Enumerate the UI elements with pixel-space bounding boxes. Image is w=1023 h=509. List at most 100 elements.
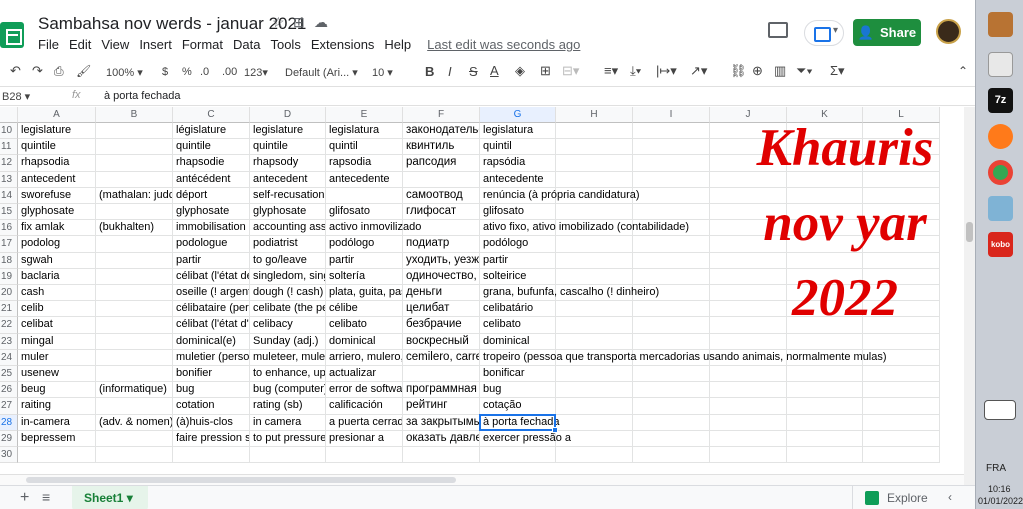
- table-cell[interactable]: [326, 447, 403, 464]
- table-cell[interactable]: fix amlak: [18, 220, 96, 237]
- table-cell[interactable]: [96, 430, 173, 447]
- table-cell[interactable]: [96, 333, 173, 350]
- table-cell[interactable]: [556, 447, 633, 464]
- table-cell[interactable]: самоотвод: [403, 187, 480, 204]
- table-cell[interactable]: [403, 366, 480, 383]
- column-header[interactable]: C: [173, 107, 250, 123]
- table-cell[interactable]: [633, 317, 710, 334]
- merge-cells-icon[interactable]: ⊟▾: [562, 63, 579, 79]
- table-cell[interactable]: oseille (! argent): [173, 285, 250, 302]
- more-formats-button[interactable]: 123▾: [244, 66, 268, 79]
- star-icon[interactable]: ☆: [272, 14, 285, 31]
- table-cell[interactable]: [633, 268, 710, 285]
- firefox-icon[interactable]: [988, 124, 1013, 149]
- table-cell[interactable]: partir: [173, 252, 250, 269]
- table-cell[interactable]: [863, 366, 940, 383]
- last-edit-link[interactable]: Last edit was seconds ago: [427, 37, 580, 52]
- table-cell[interactable]: [96, 139, 173, 156]
- table-cell[interactable]: rhapsodie: [173, 155, 250, 172]
- table-cell[interactable]: [787, 430, 863, 447]
- redo-icon[interactable]: ↷: [32, 63, 43, 79]
- column-header[interactable]: E: [326, 107, 403, 123]
- table-cell[interactable]: legislatura: [326, 123, 403, 140]
- table-cell[interactable]: подиатр: [403, 236, 480, 253]
- table-cell[interactable]: plata, guita, past: [326, 285, 403, 302]
- table-cell[interactable]: [863, 398, 940, 415]
- table-cell[interactable]: глифосат: [403, 204, 480, 221]
- table-cell[interactable]: grana, bufunfa, cascalho (! dinheiro): [480, 285, 659, 302]
- table-cell[interactable]: [633, 398, 710, 415]
- row-header[interactable]: 27: [0, 398, 18, 415]
- table-cell[interactable]: рейтинг: [403, 398, 480, 415]
- table-cell[interactable]: [633, 155, 710, 172]
- bold-button[interactable]: B: [425, 64, 434, 79]
- table-cell[interactable]: [556, 268, 633, 285]
- table-cell[interactable]: celibato: [326, 317, 403, 334]
- menu-edit[interactable]: Edit: [69, 37, 91, 52]
- table-cell[interactable]: законодательст: [403, 123, 480, 140]
- table-cell[interactable]: [326, 187, 403, 204]
- row-header[interactable]: 12: [0, 155, 18, 172]
- table-cell[interactable]: faire pression su: [173, 430, 250, 447]
- input-language[interactable]: FRA: [986, 463, 1006, 474]
- table-cell[interactable]: уходить, уезжа: [403, 252, 480, 269]
- menu-data[interactable]: Data: [233, 37, 260, 52]
- table-cell[interactable]: [863, 414, 940, 431]
- row-header[interactable]: 23: [0, 333, 18, 350]
- table-cell[interactable]: baclaria: [18, 268, 96, 285]
- table-cell[interactable]: activo inmovilizado: [326, 220, 421, 237]
- table-cell[interactable]: рапсодия: [403, 155, 480, 172]
- table-cell[interactable]: soltería: [326, 268, 403, 285]
- row-header[interactable]: 14: [0, 187, 18, 204]
- column-header[interactable]: H: [556, 107, 633, 123]
- table-cell[interactable]: [403, 171, 480, 188]
- table-cell[interactable]: [96, 349, 173, 366]
- table-cell[interactable]: (informatique): [96, 382, 173, 399]
- insert-comment-icon[interactable]: ⊕: [752, 63, 763, 79]
- table-cell[interactable]: [480, 447, 556, 464]
- table-cell[interactable]: [633, 236, 710, 253]
- table-cell[interactable]: celibacy: [250, 317, 326, 334]
- table-cell[interactable]: программная с: [403, 382, 480, 399]
- table-cell[interactable]: immobilisation co: [173, 220, 250, 237]
- table-cell[interactable]: [633, 414, 710, 431]
- table-cell[interactable]: dominical: [480, 333, 556, 350]
- table-cell[interactable]: [96, 447, 173, 464]
- table-cell[interactable]: [250, 447, 326, 464]
- table-cell[interactable]: деньги: [403, 285, 480, 302]
- table-cell[interactable]: antecedent: [250, 171, 326, 188]
- table-cell[interactable]: mingal: [18, 333, 96, 350]
- table-cell[interactable]: célibe: [326, 301, 403, 318]
- menu-file[interactable]: File: [38, 37, 59, 52]
- table-cell[interactable]: [633, 204, 710, 221]
- align-horizontal-icon[interactable]: ≡▾: [604, 63, 618, 79]
- undo-icon[interactable]: ↶: [10, 63, 21, 79]
- table-cell[interactable]: [96, 252, 173, 269]
- 7zip-icon[interactable]: 7z: [988, 88, 1013, 113]
- keyboard-icon[interactable]: [984, 400, 1016, 420]
- table-cell[interactable]: [96, 285, 173, 302]
- table-cell[interactable]: legislature: [250, 123, 326, 140]
- table-cell[interactable]: оказать давле: [403, 430, 480, 447]
- increase-decimal-button[interactable]: .00: [222, 66, 237, 78]
- table-cell[interactable]: [633, 171, 710, 188]
- table-cell[interactable]: solteirice: [480, 268, 556, 285]
- table-cell[interactable]: antecedent: [18, 171, 96, 188]
- table-cell[interactable]: (adv. & nomen): [96, 414, 173, 431]
- italic-button[interactable]: I: [448, 64, 452, 79]
- table-cell[interactable]: rhapsodia: [18, 155, 96, 172]
- table-cell[interactable]: legislature: [18, 123, 96, 140]
- table-cell[interactable]: in camera: [250, 414, 326, 431]
- table-cell[interactable]: [787, 414, 863, 431]
- column-header[interactable]: A: [18, 107, 96, 123]
- table-cell[interactable]: [710, 366, 787, 383]
- print-icon[interactable]: ⎙: [54, 64, 64, 79]
- table-cell[interactable]: podólogo: [480, 236, 556, 253]
- column-header[interactable]: D: [250, 107, 326, 123]
- column-header[interactable]: F: [403, 107, 480, 123]
- row-header[interactable]: 13: [0, 171, 18, 188]
- table-cell[interactable]: [556, 204, 633, 221]
- table-cell[interactable]: [556, 398, 633, 415]
- table-cell[interactable]: [787, 382, 863, 399]
- table-cell[interactable]: [633, 382, 710, 399]
